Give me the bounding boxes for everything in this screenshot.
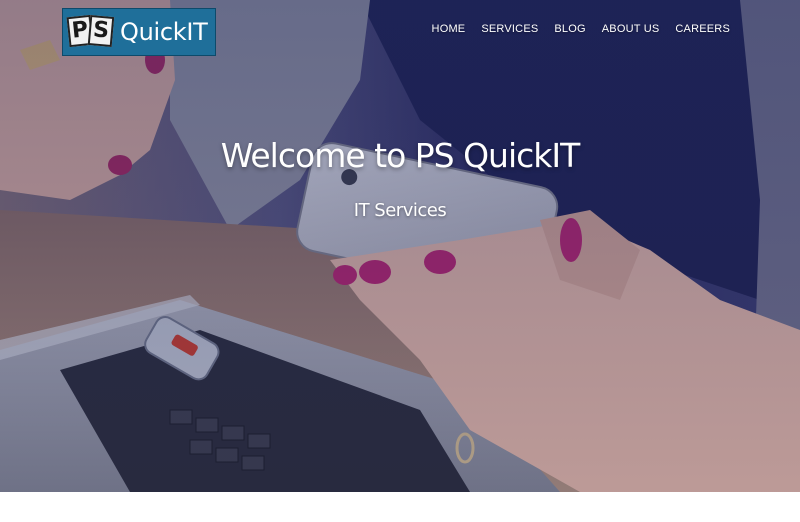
nav-item-home[interactable]: HOME bbox=[432, 23, 466, 35]
main-nav: HOME SERVICES BLOG ABOUT US CAREERS bbox=[432, 23, 730, 35]
nav-item-services[interactable]: SERVICES bbox=[481, 23, 538, 35]
logo-mark-icon: P S bbox=[66, 12, 116, 52]
hero-background-image bbox=[0, 0, 800, 492]
logo-tile-s: S bbox=[87, 15, 115, 47]
page: P S QuickIT HOME SERVICES BLOG ABOUT US … bbox=[0, 0, 800, 522]
nav-item-careers[interactable]: CAREERS bbox=[675, 23, 730, 35]
hero-subtitle: IT Services bbox=[353, 200, 447, 221]
hero-banner: P S QuickIT HOME SERVICES BLOG ABOUT US … bbox=[0, 0, 800, 492]
page-bottom-strip bbox=[0, 492, 800, 522]
site-logo[interactable]: P S QuickIT bbox=[62, 8, 216, 56]
hero-title: Welcome to PS QuickIT bbox=[220, 136, 581, 175]
logo-text: QuickIT bbox=[120, 18, 208, 46]
nav-item-blog[interactable]: BLOG bbox=[554, 23, 585, 35]
nav-item-about-us[interactable]: ABOUT US bbox=[602, 23, 660, 35]
